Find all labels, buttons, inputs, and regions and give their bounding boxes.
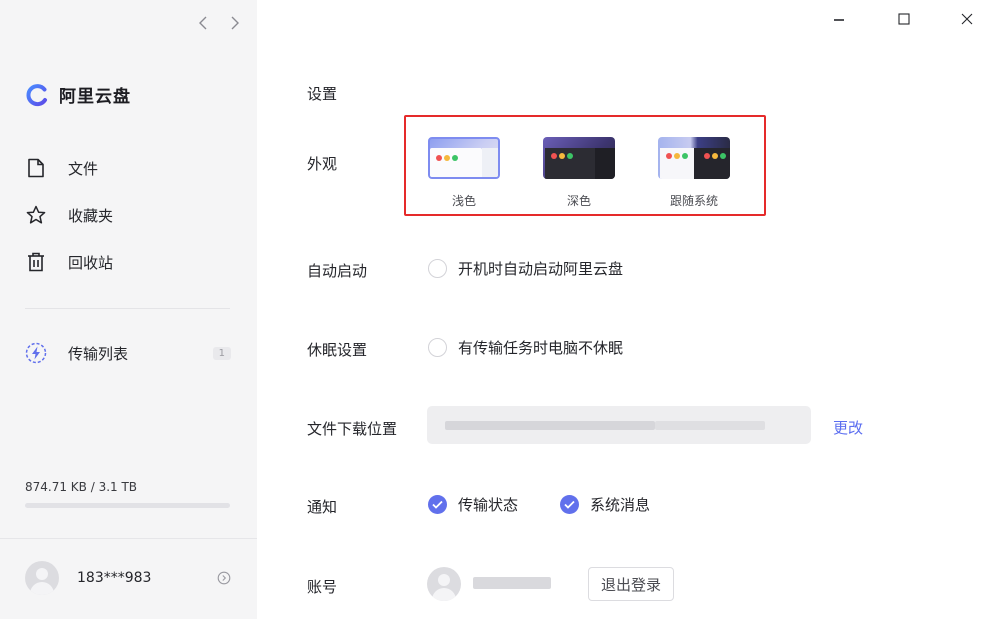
theme-label-dark: 深色 (566, 194, 591, 208)
transfer-count-badge: 1 (212, 346, 231, 360)
theme-thumbnail-light (428, 137, 500, 179)
maximize-icon[interactable] (895, 10, 913, 28)
redacted-path (655, 421, 765, 430)
storage-progress-bar (25, 503, 230, 508)
page-title: 设置 (307, 85, 338, 103)
avatar (25, 561, 59, 595)
sleep-radio[interactable] (428, 338, 447, 357)
change-download-path-link[interactable]: 更改 (833, 417, 863, 438)
close-icon[interactable] (958, 10, 976, 28)
notify-option-label: 传输状态 (458, 496, 519, 514)
sidebar: 阿里云盘 文件 收藏夹 回收站 传输列表 1 874.71 KB / 3.1 T… (0, 0, 257, 619)
forward-arrow-icon[interactable] (226, 14, 244, 35)
sleep-label: 休眠设置 (307, 341, 368, 359)
notify-label: 通知 (307, 498, 338, 516)
aliyun-drive-logo-icon (26, 83, 47, 106)
sidebar-item-favorites[interactable]: 收藏夹 (25, 203, 235, 227)
autostart-radio[interactable] (428, 259, 447, 278)
app-name: 阿里云盘 (59, 87, 131, 107)
sidebar-divider (25, 308, 230, 309)
sidebar-item-label: 文件 (68, 159, 99, 178)
account-avatar (427, 567, 461, 601)
redacted-account-name (473, 577, 551, 589)
download-path-field[interactable] (427, 406, 811, 444)
appearance-label: 外观 (307, 155, 338, 173)
sidebar-item-trash[interactable]: 回收站 (25, 250, 235, 274)
app-logo: 阿里云盘 (25, 82, 131, 107)
sidebar-bottom-divider (0, 538, 257, 539)
back-arrow-icon[interactable] (194, 14, 212, 35)
theme-thumbnail-system (658, 137, 730, 179)
trash-icon (25, 251, 47, 273)
download-location-label: 文件下载位置 (307, 420, 398, 438)
sleep-option[interactable]: 有传输任务时电脑不休眠 (428, 337, 623, 358)
minimize-icon[interactable] (830, 10, 848, 28)
theme-option-light[interactable]: 浅色 (426, 137, 502, 209)
sidebar-nav: 文件 收藏夹 回收站 (25, 156, 235, 297)
lightning-icon (25, 342, 47, 364)
redacted-path (445, 421, 655, 430)
sleep-option-label: 有传输任务时电脑不休眠 (458, 339, 624, 357)
checkmark-icon[interactable] (428, 495, 447, 514)
account-label: 账号 (307, 578, 338, 596)
theme-label-system: 跟随系统 (669, 194, 718, 208)
history-nav (194, 14, 244, 35)
autostart-label: 自动启动 (307, 262, 368, 280)
theme-label-light: 浅色 (451, 194, 476, 208)
sidebar-item-label: 回收站 (68, 253, 114, 272)
sidebar-item-label: 传输列表 (68, 344, 129, 363)
star-icon (25, 204, 47, 226)
logout-button[interactable]: 退出登录 (588, 567, 674, 601)
user-profile[interactable]: 183***983 (25, 561, 231, 595)
theme-option-dark[interactable]: 深色 (541, 137, 617, 209)
right-circle-arrow-icon[interactable] (217, 571, 231, 585)
sidebar-item-transfer-list[interactable]: 传输列表 1 (25, 342, 231, 364)
autostart-option[interactable]: 开机时自动启动阿里云盘 (428, 258, 623, 279)
file-icon (25, 157, 47, 179)
sidebar-item-files[interactable]: 文件 (25, 156, 235, 180)
checkmark-icon[interactable] (560, 495, 579, 514)
notify-transfer-status-option[interactable]: 传输状态 (428, 494, 518, 515)
theme-selection-highlight: 浅色 深色 跟随系统 (404, 115, 766, 216)
user-name: 183***983 (77, 570, 152, 586)
storage-usage-text: 874.71 KB / 3.1 TB (25, 480, 138, 494)
theme-thumbnail-dark (543, 137, 615, 179)
autostart-option-label: 开机时自动启动阿里云盘 (458, 260, 624, 278)
notify-system-message-option[interactable]: 系统消息 (560, 494, 650, 515)
notify-option-label: 系统消息 (590, 496, 651, 514)
sidebar-item-label: 收藏夹 (68, 206, 114, 225)
theme-option-system[interactable]: 跟随系统 (656, 137, 732, 209)
